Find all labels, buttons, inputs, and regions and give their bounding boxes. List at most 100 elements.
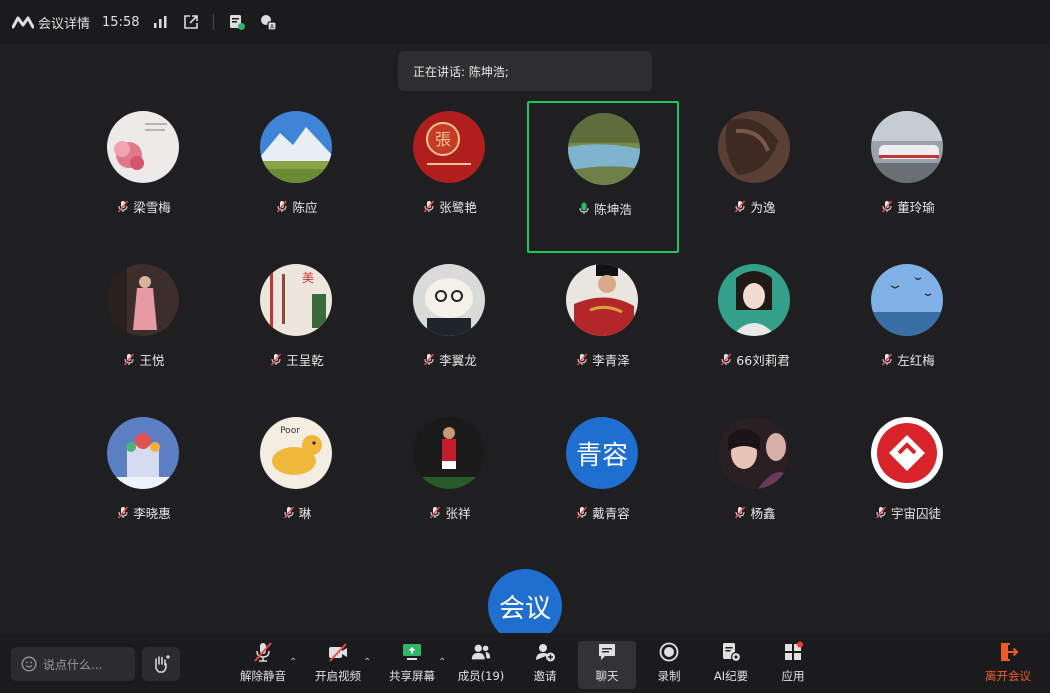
mic-muted-icon [721, 353, 732, 366]
translate-icon[interactable]: A [259, 13, 278, 31]
participant-label: 为逸 [679, 197, 831, 216]
audio-options-caret[interactable]: ⌃ [289, 657, 297, 668]
participant-tile[interactable]: 左红梅 [832, 254, 984, 406]
share-screen-icon [401, 641, 423, 663]
chat-placeholder: 说点什么... [43, 657, 103, 672]
avatar-initials: 青容 [575, 440, 628, 471]
participant-avatar [566, 264, 638, 336]
popout-icon[interactable] [182, 13, 200, 31]
participant-label: 李晓惠 [68, 503, 220, 522]
members-icon [470, 641, 492, 663]
participant-name: 张鹭艳 [439, 200, 477, 215]
chat-button[interactable]: 聊天 [578, 641, 636, 689]
participant-name: 张祥 [445, 506, 471, 521]
participant-label: 梁雪梅 [68, 197, 220, 216]
participant-name: 琳 [298, 506, 312, 521]
participant-name: 为逸 [750, 200, 776, 215]
participant-avatar: 青容 [566, 417, 638, 489]
participant-avatar: 張 [413, 111, 485, 183]
participant-tile[interactable]: 張张鹭艳 [374, 101, 526, 253]
participant-tile[interactable]: 李青泽 [527, 254, 679, 406]
participant-label: 陈坤浩 [529, 199, 681, 218]
participant-name: 王悦 [139, 353, 165, 368]
mic-muted-icon [424, 353, 435, 366]
meeting-float-label: 会议 [498, 593, 551, 624]
apps-label: 应用 [781, 669, 805, 683]
participant-label: 陈应 [221, 197, 373, 216]
svg-text:Poor: Poor [280, 426, 300, 436]
participant-tile[interactable]: 王悦 [68, 254, 220, 406]
participant-tile[interactable]: 陈坤浩 [527, 101, 679, 253]
mic-muted-icon [252, 641, 274, 663]
participant-tile[interactable]: 陈应 [221, 101, 373, 253]
leave-meeting-button[interactable]: 离开会议 [978, 641, 1038, 689]
participant-avatar [718, 417, 790, 489]
speaking-text: 正在讲话: 陈坤浩; [413, 64, 509, 79]
raise-hand-button[interactable] [142, 647, 180, 681]
record-button[interactable]: 录制 [639, 641, 699, 689]
participant-avatar [107, 111, 179, 183]
participant-tile[interactable]: 宇宙囚徒 [832, 407, 984, 559]
unmute-label: 解除静音 [240, 669, 286, 683]
participant-label: 张鹭艳 [374, 197, 526, 216]
video-options-caret[interactable]: ⌃ [363, 657, 371, 668]
participant-tile[interactable]: 66刘莉君 [679, 254, 831, 406]
participant-tile[interactable]: 青容 戴青容 [527, 407, 679, 559]
participant-label: 王悦 [68, 350, 220, 369]
participant-label: 宇宙囚徒 [832, 503, 984, 522]
participant-name: 董玲瑜 [897, 200, 935, 215]
mic-muted-icon [118, 200, 129, 213]
participant-name: 66刘莉君 [736, 353, 790, 368]
participant-avatar [871, 264, 943, 336]
leave-label: 离开会议 [985, 669, 1031, 683]
signal-icon[interactable] [151, 13, 169, 31]
members-button[interactable]: 成员(19) [451, 641, 511, 689]
chat-quick-input[interactable]: 说点什么... [11, 647, 135, 681]
participant-tile[interactable]: 梁雪梅 [68, 101, 220, 253]
participant-tile[interactable]: Poor 琳 [221, 407, 373, 559]
start-video-label: 开启视频 [315, 669, 361, 683]
participant-avatar [871, 111, 943, 183]
mic-muted-icon [577, 353, 588, 366]
participant-avatar [260, 111, 332, 183]
participant-name: 王呈乾 [286, 353, 324, 368]
share-options-caret[interactable]: ⌃ [438, 657, 446, 668]
ai-summary-button[interactable]: AI纪要 [701, 641, 761, 689]
participant-tile[interactable]: 董玲瑜 [832, 101, 984, 253]
participant-tile[interactable]: 杨鑫 [679, 407, 831, 559]
participant-tile[interactable]: 为逸 [679, 101, 831, 253]
apps-button[interactable]: 应用 [763, 641, 823, 689]
camera-off-icon [327, 641, 349, 663]
participant-tile[interactable]: 张祥 [374, 407, 526, 559]
notes-icon[interactable] [228, 13, 246, 31]
app-logo-icon [12, 16, 34, 29]
participant-avatar [871, 417, 943, 489]
participant-label: 张祥 [374, 503, 526, 522]
mic-muted-icon [735, 200, 746, 213]
record-label: 录制 [657, 669, 681, 683]
meeting-float-button[interactable]: 会议 [488, 569, 562, 643]
chat-label: 聊天 [595, 669, 619, 683]
leave-icon [997, 641, 1019, 663]
participant-tile[interactable]: 李翼龙 [374, 254, 526, 406]
mic-muted-icon [882, 200, 893, 213]
svg-text:張: 張 [435, 130, 451, 149]
participant-label: 董玲瑜 [832, 197, 984, 216]
share-screen-label: 共享屏幕 [389, 669, 435, 683]
invite-button[interactable]: 邀请 [515, 641, 575, 689]
participant-name: 陈应 [292, 200, 318, 215]
participant-avatar [718, 111, 790, 183]
mic-muted-icon [124, 353, 135, 366]
invite-label: 邀请 [533, 669, 557, 683]
meeting-details-link[interactable]: 会议详情 [38, 13, 90, 32]
share-screen-button[interactable]: 共享屏幕 [382, 641, 442, 689]
participant-avatar [107, 264, 179, 336]
unmute-button[interactable]: 解除静音 [233, 641, 293, 689]
emoji-icon [21, 656, 37, 672]
participant-name: 李晓惠 [133, 506, 171, 521]
participant-label: 王呈乾 [221, 350, 373, 369]
participant-tile[interactable]: 美王呈乾 [221, 254, 373, 406]
participant-tile[interactable]: 李晓惠 [68, 407, 220, 559]
record-icon [658, 641, 680, 663]
start-video-button[interactable]: 开启视频 [308, 641, 368, 689]
